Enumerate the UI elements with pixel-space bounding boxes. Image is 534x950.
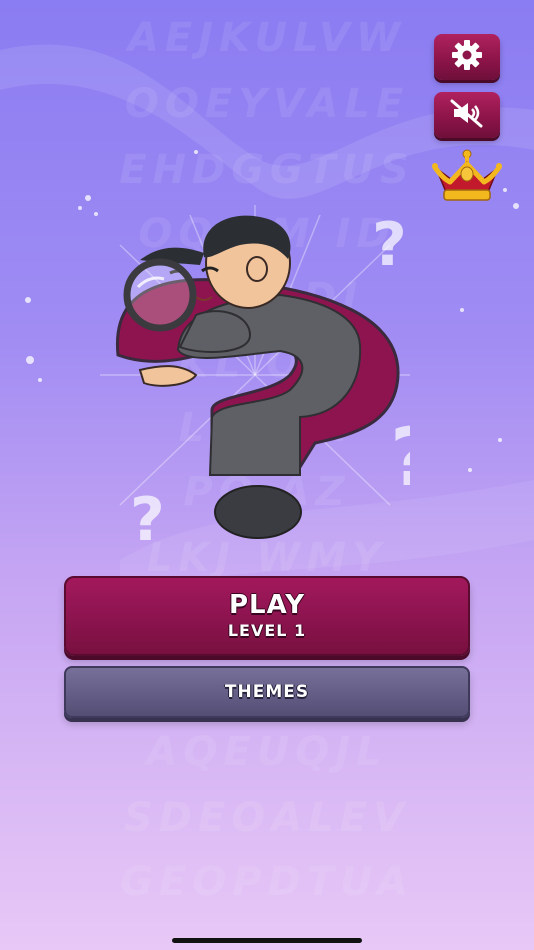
gear-icon [450,38,484,76]
background-letter-row: GEOPDTUA [120,859,414,905]
play-button-title: PLAY [228,590,306,620]
svg-text:?: ? [390,411,410,504]
background-letter-row: SDEOALEV [123,795,411,841]
themes-button[interactable]: THEMES [64,666,470,718]
svg-text:?: ? [372,210,407,280]
detective-illustration: ? ? ? ? ? ? [30,205,464,555]
home-indicator[interactable] [172,938,362,943]
background-letter-row: AQEUQJL [146,729,388,775]
play-button-level: LEVEL 1 [227,621,307,640]
muted-speaker-icon [448,97,486,133]
settings-button[interactable] [434,34,500,80]
svg-text:?: ? [130,485,165,545]
themes-button-label: THEMES [224,682,310,702]
premium-crown-button[interactable] [431,148,503,204]
play-button[interactable]: PLAY LEVEL 1 [64,576,470,656]
sound-toggle-button[interactable] [434,92,500,138]
crown-icon [431,149,503,208]
